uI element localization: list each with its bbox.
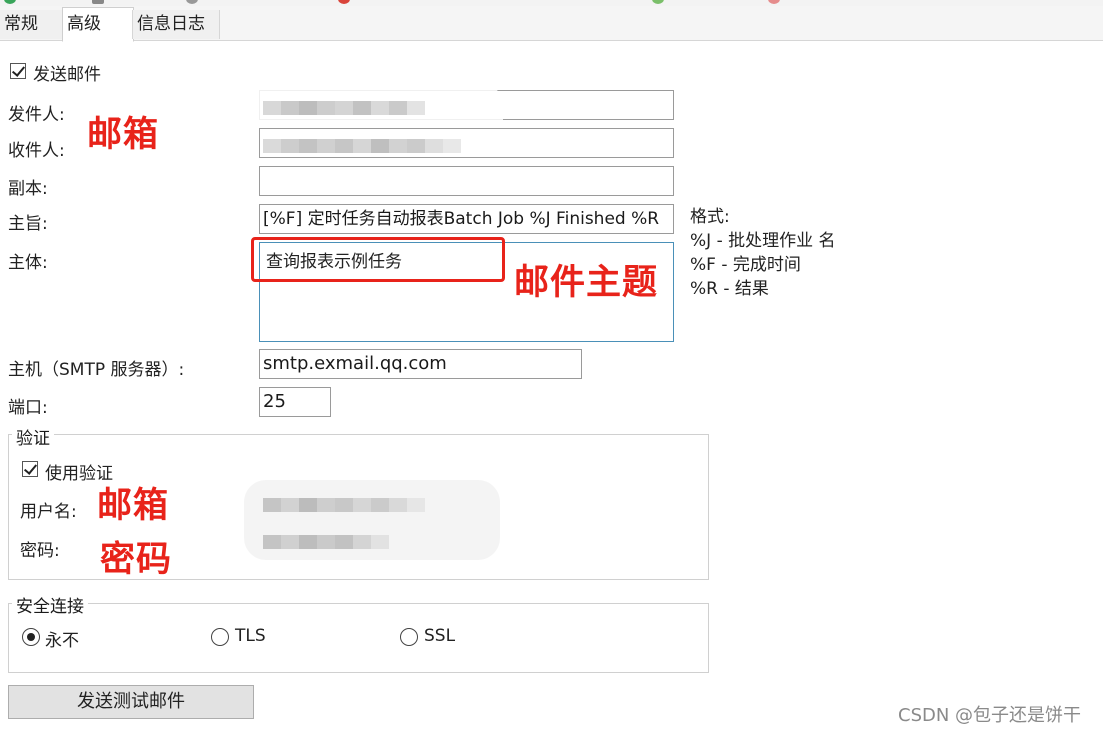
recipient-label: 收件人: <box>8 141 65 161</box>
tab-advanced[interactable]: 高级 <box>62 7 134 42</box>
save-icon[interactable] <box>92 0 104 4</box>
radio-ssl[interactable] <box>400 628 418 646</box>
port-input[interactable]: 25 <box>259 387 331 417</box>
format-hint-f: %F - 完成时间 <box>690 255 801 275</box>
subject-label: 主旨: <box>8 214 48 234</box>
body-label: 主体: <box>8 253 48 273</box>
radio-never[interactable] <box>22 628 40 646</box>
radio-never-label: 永不 <box>45 631 79 651</box>
watermark: CSDN @包子还是饼干 <box>898 705 1082 726</box>
sender-label: 发件人: <box>8 105 65 125</box>
tab-bar: 常规 高级 信息日志 <box>0 6 1103 42</box>
annotation-mail-subject: 邮件主题 <box>514 263 659 303</box>
security-group <box>8 603 709 673</box>
tab-general[interactable]: 常规 <box>0 10 64 39</box>
send-mail-checkbox[interactable] <box>10 63 26 79</box>
password-label: 密码: <box>20 541 60 561</box>
sender-redacted <box>263 100 425 115</box>
username-redacted <box>263 497 425 512</box>
annotation-password: 密码 <box>100 540 173 580</box>
format-hint-j: %J - 批处理作业 名 <box>690 231 836 251</box>
use-auth-checkbox[interactable] <box>22 461 38 477</box>
send-mail-label: 发送邮件 <box>33 65 101 85</box>
recipient-redacted <box>263 138 461 153</box>
format-hint-r: %R - 结果 <box>690 279 769 299</box>
host-label: 主机（SMTP 服务器）: <box>8 360 185 380</box>
annotation-highlight-box <box>251 237 505 282</box>
port-label: 端口: <box>8 398 48 418</box>
annotation-mailbox-1: 邮箱 <box>87 115 160 155</box>
subject-input[interactable]: [%F] 定时任务自动报表Batch Job %J Finished %R <box>259 204 674 234</box>
send-test-mail-button[interactable]: 发送测试邮件 <box>8 685 254 719</box>
annotation-mailbox-2: 邮箱 <box>97 486 170 526</box>
tab-log[interactable]: 信息日志 <box>132 10 220 39</box>
smtp-host-input[interactable]: smtp.exmail.qq.com <box>259 349 582 379</box>
cc-input[interactable] <box>259 166 674 196</box>
radio-ssl-label: SSL <box>424 626 456 646</box>
radio-tls-label: TLS <box>235 626 266 646</box>
radio-tls[interactable] <box>211 628 229 646</box>
format-hint-title: 格式: <box>690 207 730 227</box>
auth-group-title: 验证 <box>12 424 54 449</box>
username-label: 用户名: <box>20 502 77 522</box>
security-group-title: 安全连接 <box>12 592 88 617</box>
cc-label: 副本: <box>8 179 48 199</box>
password-redacted <box>263 534 389 549</box>
